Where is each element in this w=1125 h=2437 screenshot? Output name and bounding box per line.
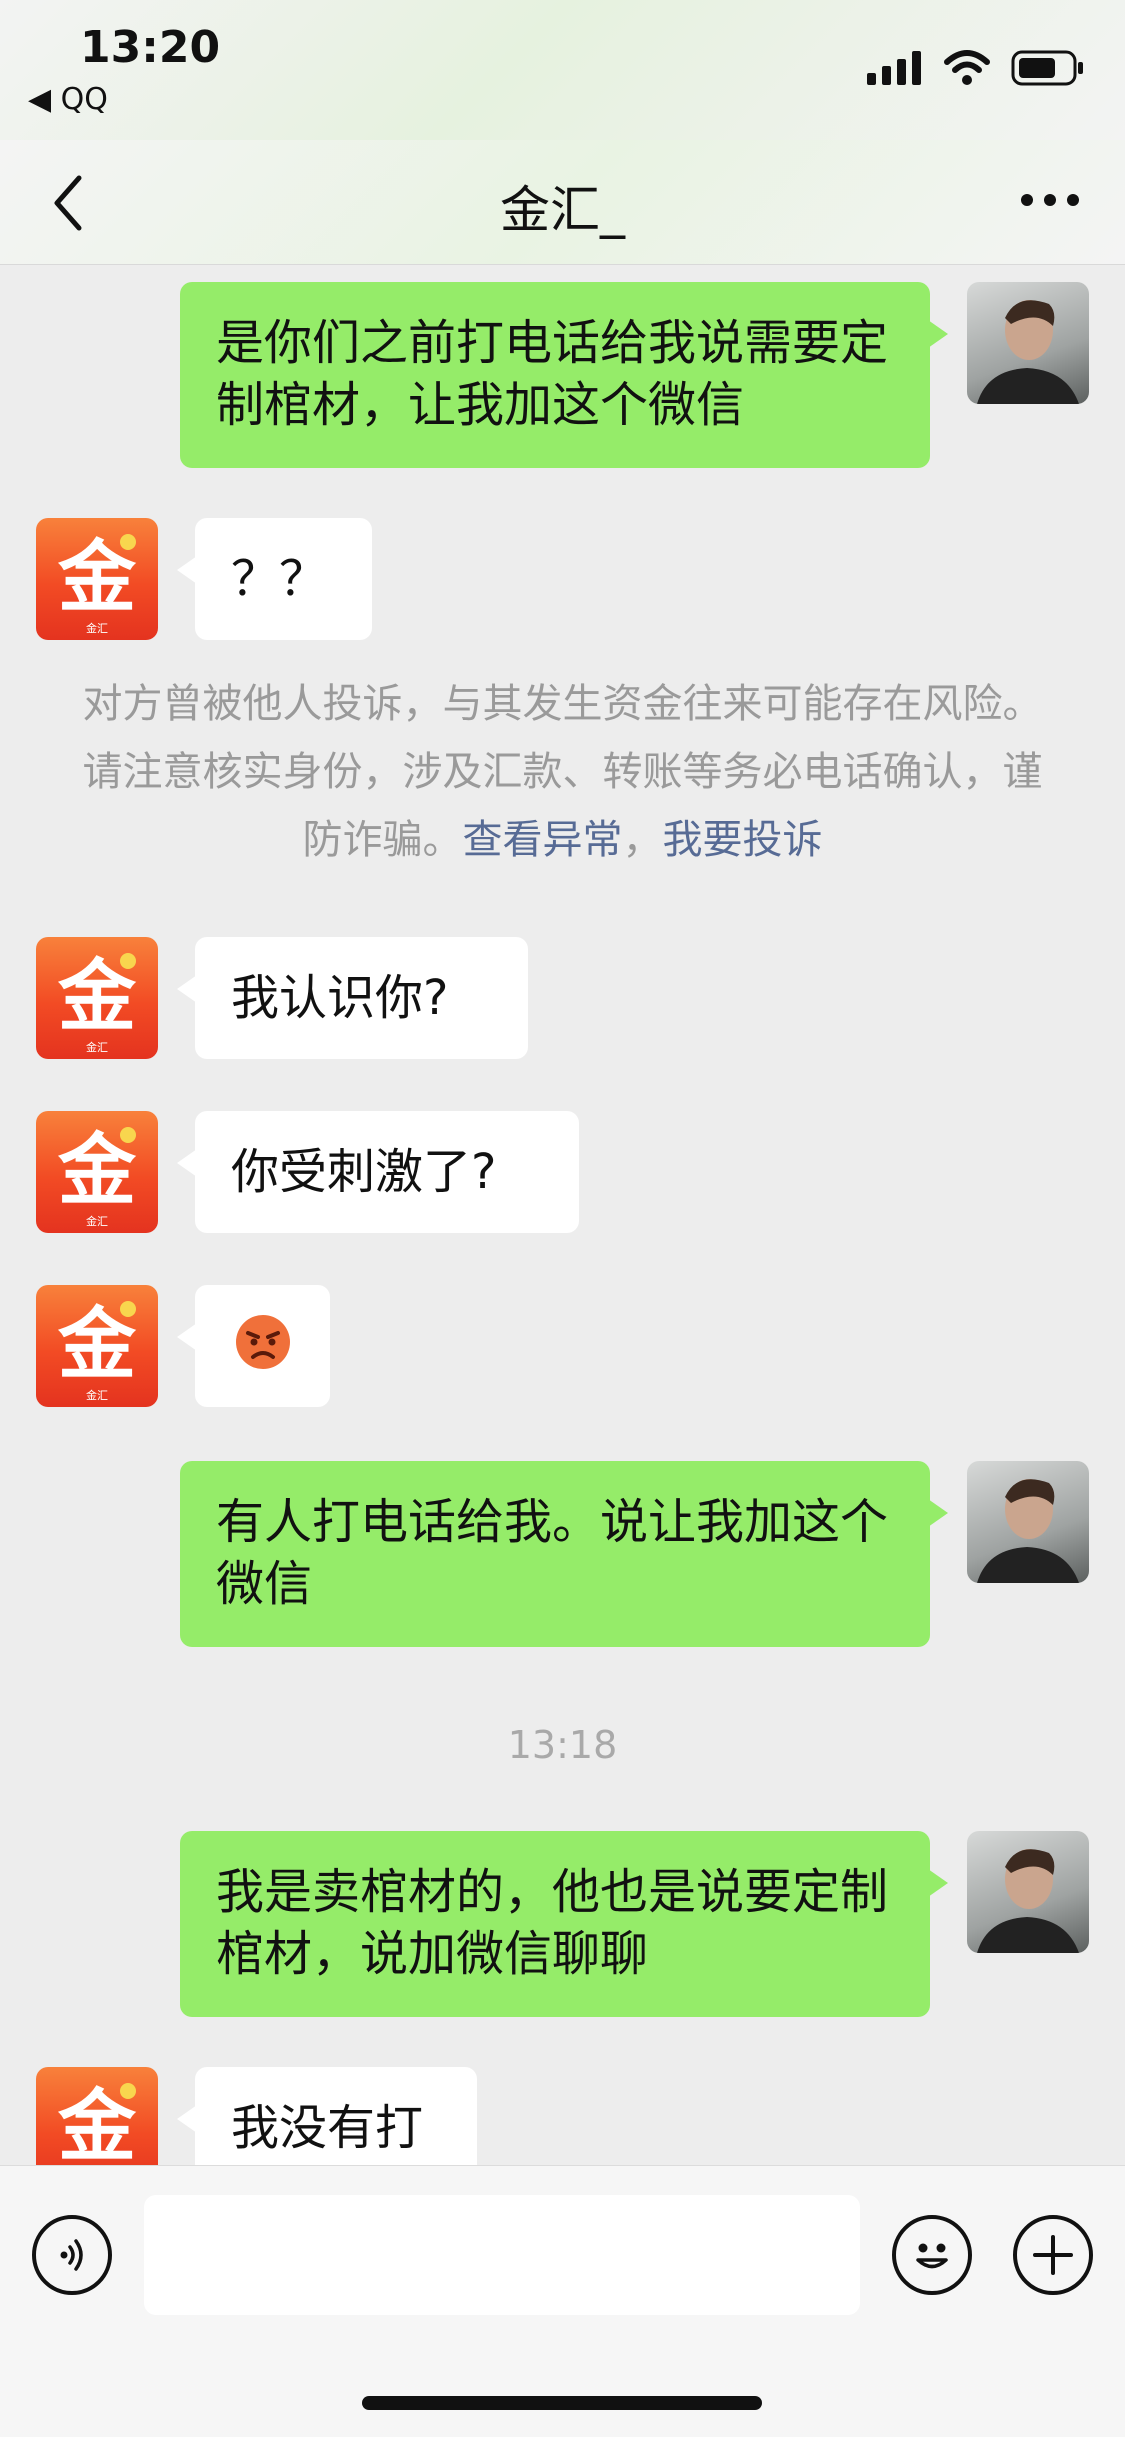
message-bubble[interactable]: 我没有打	[177, 2067, 477, 2165]
contact-avatar[interactable]: 金 金汇	[36, 937, 158, 1059]
logo-subtext: 金汇	[86, 1214, 108, 1228]
wifi-icon	[944, 50, 990, 85]
my-avatar[interactable]	[967, 1461, 1089, 1583]
view-abnormal-link[interactable]: 查看异常	[463, 817, 623, 863]
plus-icon	[1033, 2235, 1073, 2275]
jinhui-logo-icon: 金	[57, 2082, 137, 2165]
contact-avatar[interactable]: 金 金汇	[36, 518, 158, 640]
contact-avatar[interactable]: 金 金汇	[36, 1111, 158, 1233]
emoji-icon	[916, 2243, 948, 2269]
my-avatar[interactable]	[967, 282, 1089, 404]
logo-subtext: 金汇	[86, 621, 108, 635]
home-indicator[interactable]	[362, 2396, 762, 2410]
message-bubble[interactable]: 我认识你?	[177, 937, 528, 1059]
status-bar: 13:20 ◀ QQ	[0, 0, 1125, 140]
message-bubble[interactable]: ？？	[177, 518, 372, 640]
voice-button[interactable]	[32, 2215, 112, 2295]
message-list[interactable]: 是你们之前打电话给我说需要定制棺材，让我加这个微信 金 金汇 ？？ 对方曾被他人…	[0, 265, 1125, 2165]
battery-icon	[1011, 50, 1083, 86]
my-avatar[interactable]	[967, 1831, 1089, 1953]
message-bubble[interactable]: 我是卖棺材的，他也是说要定制棺材，说加微信聊聊	[180, 1831, 948, 2017]
message-bubble[interactable]: 有人打电话给我。说让我加这个微信	[180, 1461, 948, 1647]
more-dots-icon	[1021, 194, 1079, 206]
report-complaint-link[interactable]: 我要投诉	[663, 817, 823, 863]
status-time: 13:20	[80, 22, 221, 73]
contact-avatar[interactable]: 金 金汇	[36, 1285, 158, 1407]
angry-face-icon	[235, 1315, 290, 1369]
logo-subtext: 金汇	[86, 1040, 108, 1054]
message-bubble[interactable]: 你受刺激了?	[177, 1111, 579, 1233]
voice-icon	[60, 2239, 83, 2271]
emoji-button[interactable]	[892, 2215, 972, 2295]
contact-avatar[interactable]: 金	[36, 2067, 158, 2165]
logo-subtext: 金汇	[86, 1388, 108, 1402]
jinhui-logo-icon: 金 金汇	[57, 533, 137, 635]
person-photo-icon	[977, 1479, 1079, 1583]
notice-separator: ，	[622, 817, 663, 863]
message-bubble[interactable]	[177, 1285, 330, 1407]
person-photo-icon	[977, 300, 1079, 404]
jinhui-logo-icon: 金 金汇	[57, 1126, 137, 1228]
more-functions-button[interactable]	[1013, 2215, 1093, 2295]
fraud-warning-notice: 对方曾被他人投诉，与其发生资金往来可能存在风险。请注意核实身份，涉及汇款、转账等…	[80, 670, 1045, 874]
signal-icon	[867, 51, 921, 85]
chat-title: 金汇_	[500, 181, 625, 239]
chat-header: 金汇_	[0, 140, 1125, 265]
jinhui-logo-icon: 金 金汇	[57, 952, 137, 1054]
jinhui-logo-icon: 金 金汇	[57, 1300, 137, 1402]
message-bubble[interactable]: 是你们之前打电话给我说需要定制棺材，让我加这个微信	[180, 282, 948, 468]
status-icons	[867, 50, 1085, 86]
person-photo-icon	[977, 1849, 1079, 1953]
timestamp: 13:18	[507, 1723, 618, 1767]
message-input[interactable]	[144, 2195, 860, 2315]
back-to-app-link[interactable]: ◀ QQ	[28, 82, 108, 117]
more-button[interactable]	[1015, 170, 1085, 230]
